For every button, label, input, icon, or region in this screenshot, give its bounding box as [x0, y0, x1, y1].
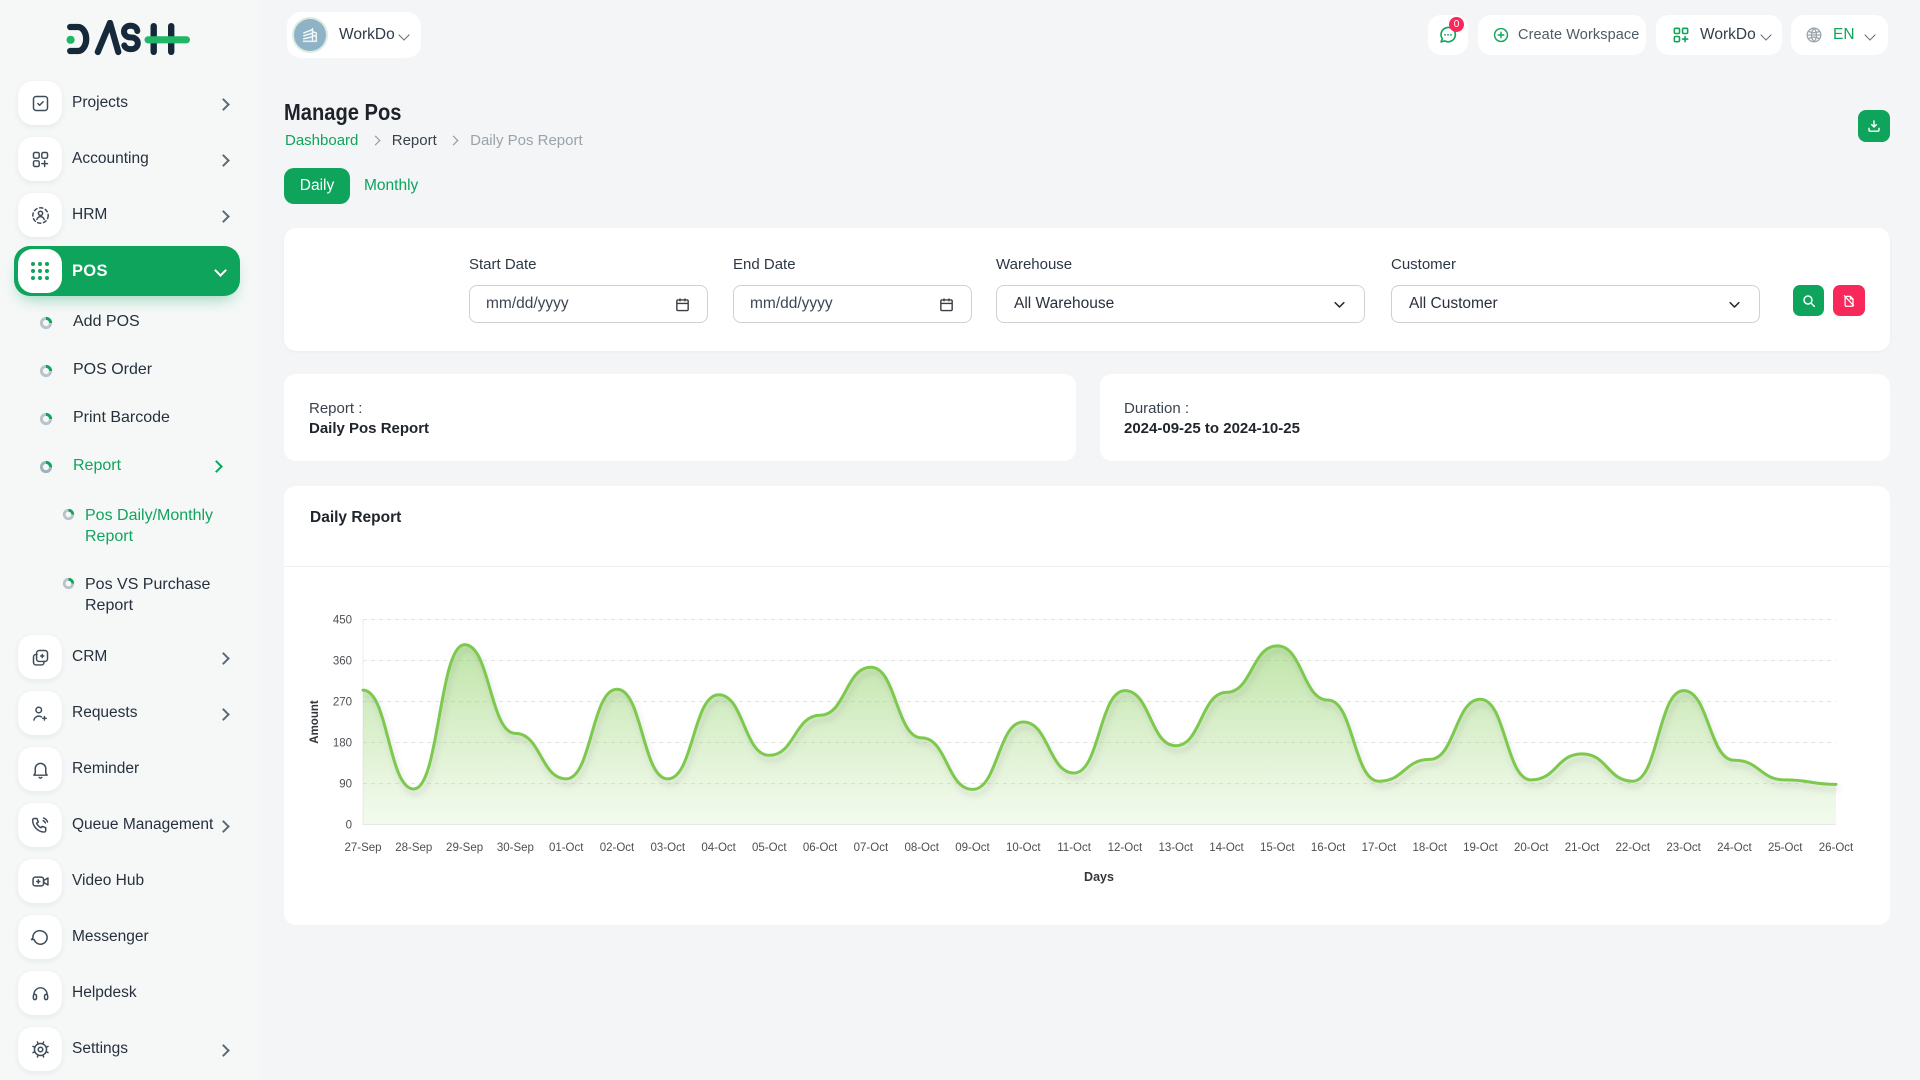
svg-text:90: 90: [339, 779, 352, 791]
svg-text:28-Sep: 28-Sep: [395, 842, 432, 854]
svg-text:27-Sep: 27-Sep: [344, 842, 381, 854]
svg-text:19-Oct: 19-Oct: [1463, 842, 1498, 854]
svg-text:07-Oct: 07-Oct: [854, 842, 889, 854]
svg-text:12-Oct: 12-Oct: [1108, 842, 1143, 854]
svg-text:17-Oct: 17-Oct: [1362, 842, 1397, 854]
svg-text:26-Oct: 26-Oct: [1819, 842, 1854, 854]
svg-text:06-Oct: 06-Oct: [803, 842, 838, 854]
svg-text:Amount: Amount: [309, 700, 321, 744]
svg-text:03-Oct: 03-Oct: [651, 842, 686, 854]
svg-text:16-Oct: 16-Oct: [1311, 842, 1346, 854]
svg-text:10-Oct: 10-Oct: [1006, 842, 1041, 854]
svg-text:01-Oct: 01-Oct: [549, 842, 584, 854]
svg-text:05-Oct: 05-Oct: [752, 842, 787, 854]
svg-text:02-Oct: 02-Oct: [600, 842, 635, 854]
svg-text:09-Oct: 09-Oct: [955, 842, 990, 854]
svg-text:21-Oct: 21-Oct: [1565, 842, 1600, 854]
svg-text:22-Oct: 22-Oct: [1616, 842, 1651, 854]
svg-text:14-Oct: 14-Oct: [1209, 842, 1244, 854]
svg-text:08-Oct: 08-Oct: [904, 842, 939, 854]
svg-text:13-Oct: 13-Oct: [1158, 842, 1193, 854]
svg-text:15-Oct: 15-Oct: [1260, 842, 1295, 854]
svg-text:29-Sep: 29-Sep: [446, 842, 483, 854]
svg-text:23-Oct: 23-Oct: [1666, 842, 1701, 854]
svg-text:20-Oct: 20-Oct: [1514, 842, 1549, 854]
svg-text:270: 270: [333, 697, 352, 709]
svg-text:180: 180: [333, 738, 352, 750]
svg-text:11-Oct: 11-Oct: [1057, 842, 1091, 854]
svg-text:18-Oct: 18-Oct: [1412, 842, 1447, 854]
svg-text:30-Sep: 30-Sep: [497, 842, 534, 854]
svg-text:25-Oct: 25-Oct: [1768, 842, 1803, 854]
svg-text:24-Oct: 24-Oct: [1717, 842, 1752, 854]
svg-text:Days: Days: [1084, 870, 1114, 884]
svg-text:0: 0: [346, 820, 352, 832]
svg-text:04-Oct: 04-Oct: [701, 842, 736, 854]
svg-text:360: 360: [333, 656, 352, 668]
svg-text:450: 450: [333, 615, 352, 627]
